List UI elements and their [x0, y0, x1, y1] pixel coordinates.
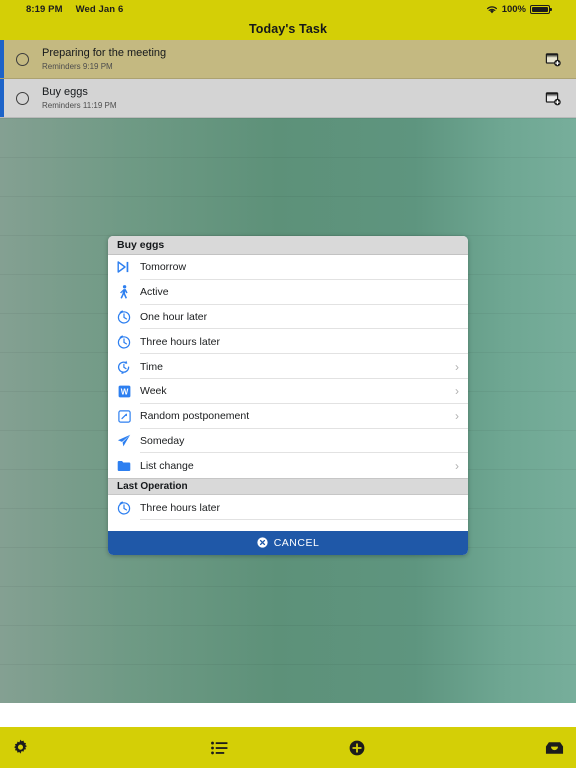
wifi-icon	[486, 5, 498, 14]
dialog-option-label: Three hours later	[140, 335, 220, 348]
chevron-right-icon: ›	[455, 359, 459, 374]
dialog-option-one-hour-later[interactable]: One hour later	[108, 304, 468, 330]
dialog-title: Buy eggs	[108, 236, 468, 255]
dialog-option-label: Three hours later	[140, 501, 220, 514]
clock-icon	[108, 335, 140, 349]
gear-icon[interactable]	[12, 739, 29, 756]
divider	[140, 518, 468, 520]
task-title: Buy eggs	[42, 85, 88, 98]
dialog-last-operation-item[interactable]: Three hours later	[108, 495, 468, 520]
plus-circle-icon[interactable]	[349, 740, 365, 756]
clock-arrow-icon	[108, 360, 140, 374]
toolbar-button-lists[interactable]	[150, 741, 288, 755]
list-icon[interactable]	[210, 741, 228, 755]
status-time: 8:19 PM	[26, 3, 63, 15]
random-box-icon	[108, 409, 140, 423]
inbox-icon[interactable]	[545, 741, 564, 755]
person-walking-icon	[108, 285, 140, 299]
dialog-option-random-postponement[interactable]: Random postponement ›	[108, 403, 468, 429]
dialog-option-three-hours-later[interactable]: Three hours later	[108, 329, 468, 355]
task-text: Preparing for the meeting Reminders 9:19…	[40, 40, 530, 78]
task-list: Preparing for the meeting Reminders 9:19…	[0, 40, 576, 118]
dialog-option-label: One hour later	[140, 310, 208, 323]
dialog-option-tomorrow[interactable]: Tomorrow	[108, 255, 468, 280]
dialog-option-active[interactable]: Active	[108, 279, 468, 305]
paper-plane-icon	[108, 434, 140, 448]
dialog-option-time[interactable]: Time ›	[108, 354, 468, 379]
task-row[interactable]: Buy eggs Reminders 11:19 PM	[0, 79, 576, 118]
battery-percent: 100%	[501, 3, 526, 15]
task-action-button[interactable]	[530, 40, 576, 78]
cancel-button-label: CANCEL	[273, 536, 320, 549]
task-subtitle: Reminders 9:19 PM	[42, 61, 113, 71]
clock-icon	[108, 310, 140, 324]
toolbar-button-settings[interactable]	[0, 739, 150, 756]
battery-full-icon	[530, 4, 552, 14]
skip-forward-icon	[108, 261, 140, 274]
bottom-white-strip	[0, 703, 576, 727]
task-action-button[interactable]	[530, 79, 576, 117]
archive-badge-icon[interactable]	[545, 91, 561, 106]
dialog-option-label: Time	[140, 360, 163, 373]
dialog-option-someday[interactable]: Someday	[108, 428, 468, 454]
dialog-option-label: List change	[140, 459, 194, 472]
archive-badge-icon[interactable]	[545, 52, 561, 67]
circle-unchecked-icon[interactable]	[15, 91, 29, 105]
status-right-cluster: 100%	[486, 4, 568, 15]
svg-text:W: W	[120, 387, 128, 396]
dialog-option-week[interactable]: W Week ›	[108, 378, 468, 404]
circle-unchecked-icon[interactable]	[15, 52, 29, 66]
cancel-button[interactable]: CANCEL	[108, 530, 468, 555]
task-checkbox[interactable]	[4, 40, 40, 78]
page-title: Today's Task	[248, 22, 328, 36]
folder-icon	[108, 460, 140, 472]
dialog-section-last-operation: Last Operation	[108, 478, 468, 496]
task-title: Preparing for the meeting	[42, 46, 167, 59]
dialog-option-label: Week	[140, 385, 167, 398]
chevron-right-icon: ›	[455, 384, 459, 399]
dialog-option-list-change[interactable]: List change ›	[108, 453, 468, 479]
clock-icon	[108, 501, 140, 515]
toolbar-button-add-task[interactable]	[288, 740, 426, 756]
task-subtitle: Reminders 11:19 PM	[42, 100, 117, 110]
task-row[interactable]: Preparing for the meeting Reminders 9:19…	[0, 40, 576, 79]
dialog-option-label: Tomorrow	[140, 261, 187, 274]
dialog-option-label: Someday	[140, 434, 185, 447]
status-date: Wed Jan 6	[75, 3, 124, 15]
task-checkbox[interactable]	[4, 79, 40, 117]
chevron-right-icon: ›	[455, 458, 459, 473]
postpone-dialog: Buy eggs Tomorrow Active One hour later …	[108, 236, 468, 555]
dialog-option-label: Random postponement	[140, 410, 250, 423]
chevron-right-icon: ›	[455, 409, 459, 424]
dialog-spacer	[108, 519, 468, 531]
week-calendar-icon: W	[108, 385, 140, 398]
task-text: Buy eggs Reminders 11:19 PM	[40, 79, 530, 117]
dialog-option-label: Active	[140, 286, 169, 299]
toolbar-button-inbox[interactable]	[426, 741, 576, 755]
app-root: 8:19 PM Wed Jan 6 100% Today's Task Prep…	[0, 0, 576, 768]
bottom-toolbar	[0, 727, 576, 768]
close-circle-icon	[257, 537, 268, 549]
status-bar: 8:19 PM Wed Jan 6 100%	[0, 0, 576, 18]
app-title-bar: Today's Task	[0, 18, 576, 40]
